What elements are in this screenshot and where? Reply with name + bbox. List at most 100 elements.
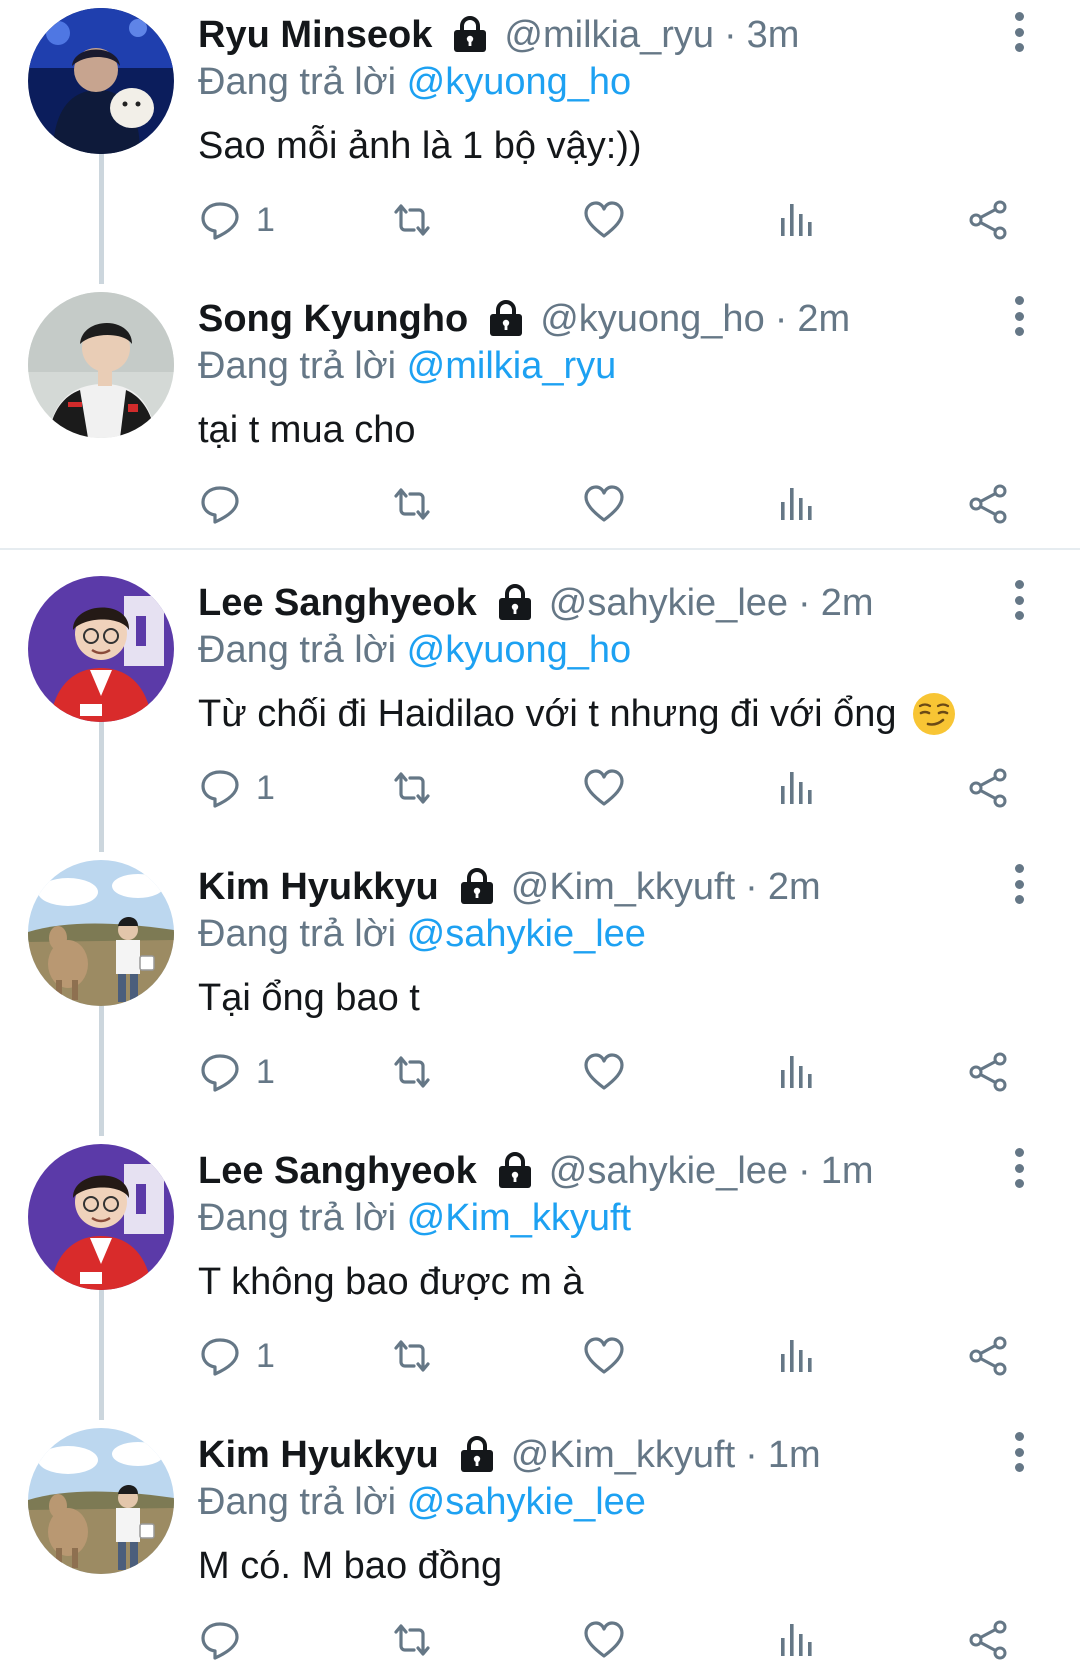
retweet-button[interactable] [390,196,434,244]
share-icon [966,766,1010,810]
thread-connector [99,150,104,284]
separator: · [798,1150,811,1192]
avatar[interactable] [28,576,174,722]
analytics-button[interactable] [774,764,818,812]
analytics-button[interactable] [774,196,818,244]
display-name[interactable]: Lee Sanghyeok [198,578,477,628]
replying-to-handle[interactable]: @kyuong_ho [407,629,632,671]
like-button[interactable] [582,1332,626,1380]
reply-button[interactable] [198,480,256,528]
reply-icon [198,1050,242,1094]
lock-icon [450,15,490,55]
share-button[interactable] [966,196,1010,244]
tweet-text-content: Từ chối đi Haidilao với t nhưng đi với ổ… [198,693,897,735]
username[interactable]: @Kim_kkyuft [511,862,735,912]
more-options-icon[interactable] [1004,580,1034,620]
like-button[interactable] [582,196,626,244]
analytics-button[interactable] [774,1048,818,1096]
share-button[interactable] [966,1332,1010,1380]
more-options-icon[interactable] [1004,296,1034,336]
username[interactable]: @milkia_ryu [504,10,714,60]
tweet[interactable]: Song Kyungho @kyuong_ho · 2m Đang trả lờ… [0,284,1080,550]
reply-button[interactable]: 1 [198,1332,275,1380]
share-button[interactable] [966,1616,1010,1664]
avatar[interactable] [28,8,174,154]
username[interactable]: @kyuong_ho [540,294,765,344]
like-button[interactable] [582,1048,626,1096]
retweet-button[interactable] [390,480,434,528]
more-options-icon[interactable] [1004,12,1034,52]
replying-to-handle[interactable]: @sahykie_lee [407,913,646,955]
replying-to-label: Đang trả lời [198,345,397,387]
display-name[interactable]: Lee Sanghyeok [198,1146,477,1196]
display-name[interactable]: Kim Hyukkyu [198,1430,439,1480]
more-options-icon[interactable] [1004,864,1034,904]
share-button[interactable] [966,480,1010,528]
more-options-icon[interactable] [1004,1148,1034,1188]
tweet[interactable]: Kim Hyukkyu @Kim_kkyuft · 2m Đang trả lờ… [0,852,1080,1136]
replying-to: Đang trả lời @kyuong_ho [198,626,631,674]
analytics-button[interactable] [774,1332,818,1380]
retweet-button[interactable] [390,1332,434,1380]
reply-button[interactable] [198,1616,256,1664]
timestamp[interactable]: 2m [797,294,850,344]
reply-button[interactable]: 1 [198,1048,275,1096]
tweet-text-content: tại t mua cho [198,409,416,451]
retweet-button[interactable] [390,1048,434,1096]
username[interactable]: @sahykie_lee [549,1146,788,1196]
replying-to-handle[interactable]: @Kim_kkyuft [407,1197,631,1239]
replying-to-label: Đang trả lời [198,1197,397,1239]
timestamp[interactable]: 1m [768,1430,821,1480]
like-button[interactable] [582,764,626,812]
timestamp[interactable]: 2m [821,578,874,628]
like-icon [582,482,626,526]
lock-icon [457,1435,497,1475]
share-button[interactable] [966,764,1010,812]
display-name[interactable]: Kim Hyukkyu [198,862,439,912]
share-icon [966,1050,1010,1094]
thread-connector [99,718,104,852]
username[interactable]: @Kim_kkyuft [511,1430,735,1480]
avatar[interactable] [28,292,174,438]
reply-icon [198,1618,242,1662]
retweet-button[interactable] [390,1616,434,1664]
avatar[interactable] [28,860,174,1006]
tweet[interactable]: Lee Sanghyeok @sahykie_lee · 2m Đang trả… [0,568,1080,852]
replying-to: Đang trả lời @sahykie_lee [198,910,646,958]
tweet[interactable]: Lee Sanghyeok @sahykie_lee · 1m Đang trả… [0,1136,1080,1420]
share-button[interactable] [966,1048,1010,1096]
display-name[interactable]: Ryu Minseok [198,10,432,60]
reply-button[interactable]: 1 [198,196,275,244]
replying-to: Đang trả lời @kyuong_ho [198,58,631,106]
retweet-icon [390,1050,434,1094]
separator: · [798,582,811,624]
reply-button[interactable]: 1 [198,764,275,812]
reply-icon [198,766,242,810]
like-button[interactable] [582,1616,626,1664]
more-options-icon[interactable] [1004,1432,1034,1472]
tweet[interactable]: Ryu Minseok @milkia_ryu · 3m Đang trả lờ… [0,0,1080,284]
timestamp[interactable]: 3m [747,10,800,60]
timestamp[interactable]: 2m [768,862,821,912]
reply-count: 1 [256,1336,275,1375]
retweet-button[interactable] [390,764,434,812]
tweet-text: T không bao được m à [198,1254,584,1310]
like-icon [582,766,626,810]
avatar[interactable] [28,1428,174,1574]
avatar[interactable] [28,1144,174,1290]
replying-to-handle[interactable]: @kyuong_ho [407,61,632,103]
reply-count: 1 [256,1052,275,1091]
timestamp[interactable]: 1m [821,1146,874,1196]
analytics-button[interactable] [774,1616,818,1664]
replying-to-handle[interactable]: @milkia_ryu [407,345,617,387]
analytics-button[interactable] [774,480,818,528]
share-icon [966,1334,1010,1378]
replying-to-handle[interactable]: @sahykie_lee [407,1481,646,1523]
tweet[interactable]: Kim Hyukkyu @Kim_kkyuft · 1m Đang trả lờ… [0,1420,1080,1670]
tweet-header: Song Kyungho @kyuong_ho · 2m [198,294,850,344]
reply-count: 1 [256,768,275,807]
username[interactable]: @sahykie_lee [549,578,788,628]
like-button[interactable] [582,480,626,528]
analytics-icon [774,1618,818,1662]
display-name[interactable]: Song Kyungho [198,294,468,344]
